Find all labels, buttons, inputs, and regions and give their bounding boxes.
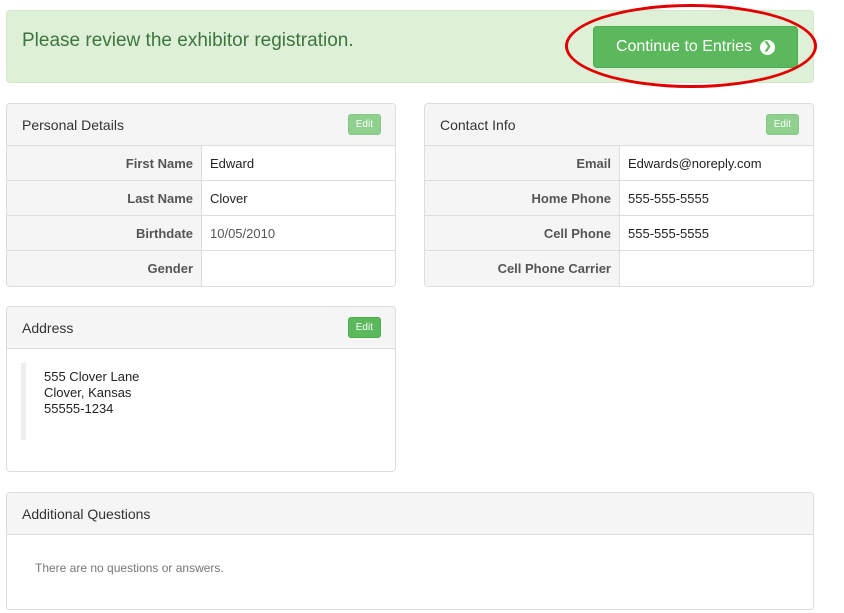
address-body: 555 Clover Lane Clover, Kansas 55555-123…	[7, 349, 395, 454]
detail-row: Last Name Clover	[7, 181, 395, 216]
detail-row: Gender	[7, 251, 395, 286]
personal-details-heading: Personal Details Edit	[7, 104, 395, 146]
additional-questions-heading: Additional Questions	[7, 493, 813, 535]
panel-title: Address	[22, 319, 74, 336]
panel-title: Personal Details	[22, 116, 124, 133]
additional-questions-panel: Additional Questions There are no questi…	[6, 492, 814, 610]
review-message: Please review the exhibitor registration…	[22, 30, 354, 51]
home-phone-value: 555-555-5555	[628, 190, 709, 206]
questions-empty-text: There are no questions or answers.	[35, 561, 224, 575]
first-name-label: First Name	[7, 146, 202, 180]
cell-phone-label: Cell Phone	[425, 216, 620, 250]
detail-row: Email Edwards@noreply.com	[425, 146, 813, 181]
cell-carrier-label: Cell Phone Carrier	[425, 251, 620, 286]
gender-label: Gender	[7, 251, 202, 286]
edit-contact-button[interactable]: Edit	[765, 114, 799, 135]
email-label: Email	[425, 146, 620, 180]
panel-title: Contact Info	[440, 116, 516, 133]
birthdate-label: Birthdate	[7, 216, 202, 250]
address-heading: Address Edit	[7, 307, 395, 349]
contact-info-heading: Contact Info Edit	[425, 104, 813, 146]
address-line-3: 55555-1234	[44, 401, 114, 416]
detail-row: First Name Edward	[7, 146, 395, 181]
edit-personal-button[interactable]: Edit	[347, 114, 381, 135]
contact-info-panel: Contact Info Edit Email Edwards@noreply.…	[424, 103, 814, 287]
last-name-value: Clover	[210, 190, 248, 206]
panel-title: Additional Questions	[22, 505, 151, 522]
detail-row: Cell Phone 555-555-5555	[425, 216, 813, 251]
email-value: Edwards@noreply.com	[628, 155, 762, 171]
arrow-circle-right-icon: ❯	[760, 39, 776, 55]
personal-details-panel: Personal Details Edit First Name Edward …	[6, 103, 396, 287]
home-phone-label: Home Phone	[425, 181, 620, 215]
cell-phone-value: 555-555-5555	[628, 225, 709, 241]
address-line-2: Clover, Kansas	[44, 385, 132, 400]
continue-button-label: Continue to Entries	[615, 38, 753, 55]
cell-carrier-value	[620, 251, 628, 286]
address-block: 555 Clover Lane Clover, Kansas 55555-123…	[21, 363, 381, 440]
edit-address-button[interactable]: Edit	[347, 317, 381, 338]
detail-row: Home Phone 555-555-5555	[425, 181, 813, 216]
detail-row: Birthdate 10/05/2010	[7, 216, 395, 251]
last-name-label: Last Name	[7, 181, 202, 215]
first-name-value: Edward	[210, 155, 255, 171]
address-panel: Address Edit 555 Clover Lane Clover, Kan…	[6, 306, 396, 472]
address-line-1: 555 Clover Lane	[44, 369, 140, 384]
continue-to-entries-button[interactable]: Continue to Entries ❯	[593, 26, 798, 68]
birthdate-value: 10/05/2010	[210, 225, 276, 241]
detail-row: Cell Phone Carrier	[425, 251, 813, 286]
gender-value	[202, 251, 210, 286]
